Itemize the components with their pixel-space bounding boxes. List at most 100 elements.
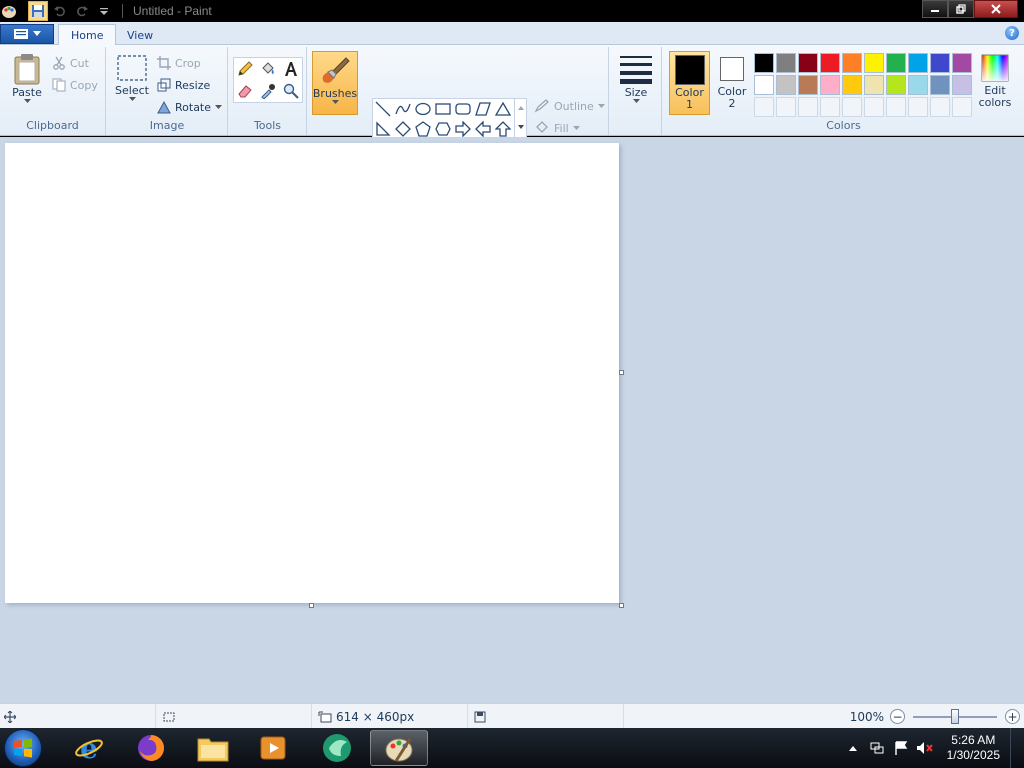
scroll-down-icon[interactable] — [515, 118, 527, 136]
palette-color-swatch[interactable] — [952, 53, 972, 73]
shape-diamond[interactable] — [393, 119, 413, 139]
brushes-button[interactable]: Brushes — [312, 51, 358, 115]
palette-color-swatch[interactable] — [930, 53, 950, 73]
custom-color-slot[interactable] — [754, 97, 774, 117]
shape-right-arrow[interactable] — [453, 119, 473, 139]
taskbar-file-explorer[interactable] — [184, 730, 242, 766]
palette-color-swatch[interactable] — [798, 75, 818, 95]
pencil-tool[interactable] — [234, 58, 256, 79]
resize-handle-right[interactable] — [619, 370, 624, 375]
palette-color-swatch[interactable] — [908, 75, 928, 95]
size-button[interactable]: Size — [618, 53, 654, 104]
paste-button[interactable]: Paste — [8, 53, 46, 104]
magnifier-tool[interactable] — [280, 80, 302, 101]
palette-color-swatch[interactable] — [864, 53, 884, 73]
custom-color-slot[interactable] — [842, 97, 862, 117]
paint-app-icon[interactable] — [0, 2, 18, 20]
palette-color-swatch[interactable] — [776, 53, 796, 73]
palette-color-swatch[interactable] — [820, 75, 840, 95]
fill-button[interactable]: Fill — [534, 118, 580, 138]
volume-muted-icon[interactable] — [915, 738, 935, 758]
shape-right-triangle[interactable] — [373, 119, 393, 139]
select-button[interactable]: Select — [113, 53, 151, 102]
shape-left-arrow[interactable] — [473, 119, 493, 139]
tab-view[interactable]: View — [115, 24, 165, 46]
customize-qat-button[interactable] — [94, 1, 114, 21]
custom-color-slot[interactable] — [820, 97, 840, 117]
custom-color-slot[interactable] — [886, 97, 906, 117]
action-center-flag-icon[interactable] — [891, 738, 911, 758]
shape-rounded-rectangle[interactable] — [453, 99, 473, 119]
color1-button[interactable]: Color 1 — [669, 51, 710, 115]
custom-color-slot[interactable] — [864, 97, 884, 117]
maximize-button[interactable] — [948, 0, 974, 18]
resize-button[interactable]: Resize — [157, 75, 210, 95]
shape-curve[interactable] — [393, 99, 413, 119]
show-hidden-icons-button[interactable] — [843, 738, 863, 758]
palette-color-swatch[interactable] — [820, 53, 840, 73]
shape-oval[interactable] — [413, 99, 433, 119]
palette-color-swatch[interactable] — [776, 75, 796, 95]
zoom-slider[interactable] — [913, 708, 997, 724]
taskbar-media-player[interactable] — [244, 730, 302, 766]
shape-hexagon[interactable] — [433, 119, 453, 139]
show-desktop-button[interactable] — [1010, 728, 1024, 768]
color2-button[interactable]: Color 2 — [713, 51, 751, 115]
palette-color-swatch[interactable] — [930, 75, 950, 95]
system-clock[interactable]: 5:26 AM 1/30/2025 — [947, 733, 1000, 763]
zoom-in-button[interactable]: + — [1005, 709, 1020, 724]
palette-color-swatch[interactable] — [864, 75, 884, 95]
tab-home[interactable]: Home — [58, 24, 117, 46]
palette-color-swatch[interactable] — [842, 75, 862, 95]
palette-color-swatch[interactable] — [798, 53, 818, 73]
crop-button[interactable]: Crop — [157, 53, 201, 73]
custom-color-slot[interactable] — [798, 97, 818, 117]
minimize-button[interactable] — [922, 0, 948, 18]
taskbar-internet-explorer[interactable]: e — [60, 730, 118, 766]
shape-polygon[interactable] — [473, 99, 493, 119]
fill-tool[interactable] — [257, 58, 279, 79]
edit-colors-label: Edit colors — [978, 84, 1012, 109]
resize-handle-bottom[interactable] — [309, 603, 314, 608]
custom-color-slot[interactable] — [952, 97, 972, 117]
custom-color-slot[interactable] — [908, 97, 928, 117]
shape-pentagon[interactable] — [413, 119, 433, 139]
network-icon[interactable] — [867, 738, 887, 758]
resize-handle-corner[interactable] — [619, 603, 624, 608]
shape-line[interactable] — [373, 99, 393, 119]
copy-button[interactable]: Copy — [52, 75, 98, 95]
start-button[interactable] — [4, 729, 42, 767]
cut-button[interactable]: Cut — [52, 53, 89, 73]
taskbar-media-center[interactable] — [308, 730, 366, 766]
palette-color-swatch[interactable] — [754, 53, 774, 73]
custom-color-slot[interactable] — [776, 97, 796, 117]
undo-button[interactable] — [50, 1, 70, 21]
drawing-canvas[interactable] — [5, 143, 619, 603]
scroll-up-icon[interactable] — [515, 99, 527, 117]
palette-color-swatch[interactable] — [952, 75, 972, 95]
custom-color-slot[interactable] — [930, 97, 950, 117]
taskbar-paint[interactable] — [370, 730, 428, 766]
text-tool[interactable] — [280, 58, 302, 79]
eraser-tool[interactable] — [234, 80, 256, 101]
shape-up-arrow[interactable] — [493, 119, 513, 139]
palette-color-swatch[interactable] — [908, 53, 928, 73]
outline-button[interactable]: Outline — [534, 96, 605, 116]
edit-colors-button[interactable]: Edit colors — [975, 53, 1015, 109]
zoom-out-button[interactable]: − — [890, 709, 905, 724]
palette-color-swatch[interactable] — [886, 75, 906, 95]
color-picker-tool[interactable] — [257, 80, 279, 101]
rotate-button[interactable]: Rotate — [157, 97, 223, 117]
redo-button[interactable] — [72, 1, 92, 21]
palette-color-swatch[interactable] — [886, 53, 906, 73]
shape-triangle[interactable] — [493, 99, 513, 119]
save-button[interactable] — [28, 1, 48, 21]
shape-rectangle[interactable] — [433, 99, 453, 119]
palette-color-swatch[interactable] — [842, 53, 862, 73]
taskbar-firefox[interactable] — [122, 730, 180, 766]
palette-color-swatch[interactable] — [754, 75, 774, 95]
close-button[interactable] — [974, 0, 1018, 18]
help-button[interactable]: ? — [1005, 26, 1019, 40]
zoom-slider-thumb[interactable] — [951, 708, 959, 724]
paint-menu-button[interactable] — [0, 24, 54, 44]
